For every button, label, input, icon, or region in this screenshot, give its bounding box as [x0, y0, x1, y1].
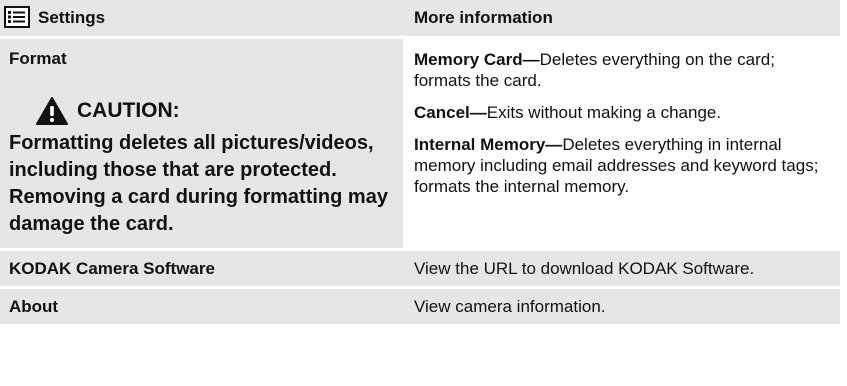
warning-triangle-icon: [35, 96, 69, 126]
format-setting-name: Format: [9, 49, 67, 68]
caution-title: CAUTION:: [77, 99, 180, 122]
table-row-format: Format CAUTION: Formatting deletes all p…: [0, 36, 840, 250]
info-desc: Exits without making a change.: [486, 103, 722, 122]
software-info: View the URL to download KODAK Software.: [403, 248, 840, 288]
settings-column-header: Settings: [0, 0, 403, 38]
caution-heading: CAUTION:: [9, 96, 395, 126]
settings-table: Settings More information Format CAUTION…: [0, 0, 840, 324]
info-cancel: Cancel—Exits without making a change.: [414, 102, 832, 123]
info-term: Internal Memory—: [414, 135, 563, 154]
software-setting-name: KODAK Camera Software: [0, 248, 403, 288]
format-setting-cell: Format CAUTION: Formatting deletes all p…: [0, 36, 403, 250]
caution-text: Formatting deletes all pictures/videos, …: [9, 132, 388, 235]
info-term: Memory Card—: [414, 50, 540, 69]
table-row-about: About View camera information.: [0, 286, 840, 324]
menu-icon: [4, 6, 30, 28]
info-internal-memory: Internal Memory—Deletes everything in in…: [414, 134, 832, 197]
info-memory-card: Memory Card—Deletes everything on the ca…: [414, 49, 832, 91]
table-header-row: Settings More information: [0, 0, 840, 38]
settings-header-label: Settings: [38, 7, 106, 27]
format-info-cell: Memory Card—Deletes everything on the ca…: [403, 36, 840, 250]
about-info: View camera information.: [403, 286, 840, 324]
about-setting-name: About: [0, 286, 403, 324]
info-column-header: More information: [403, 0, 840, 38]
info-term: Cancel—: [414, 103, 487, 122]
table-row-software: KODAK Camera Software View the URL to do…: [0, 248, 840, 288]
